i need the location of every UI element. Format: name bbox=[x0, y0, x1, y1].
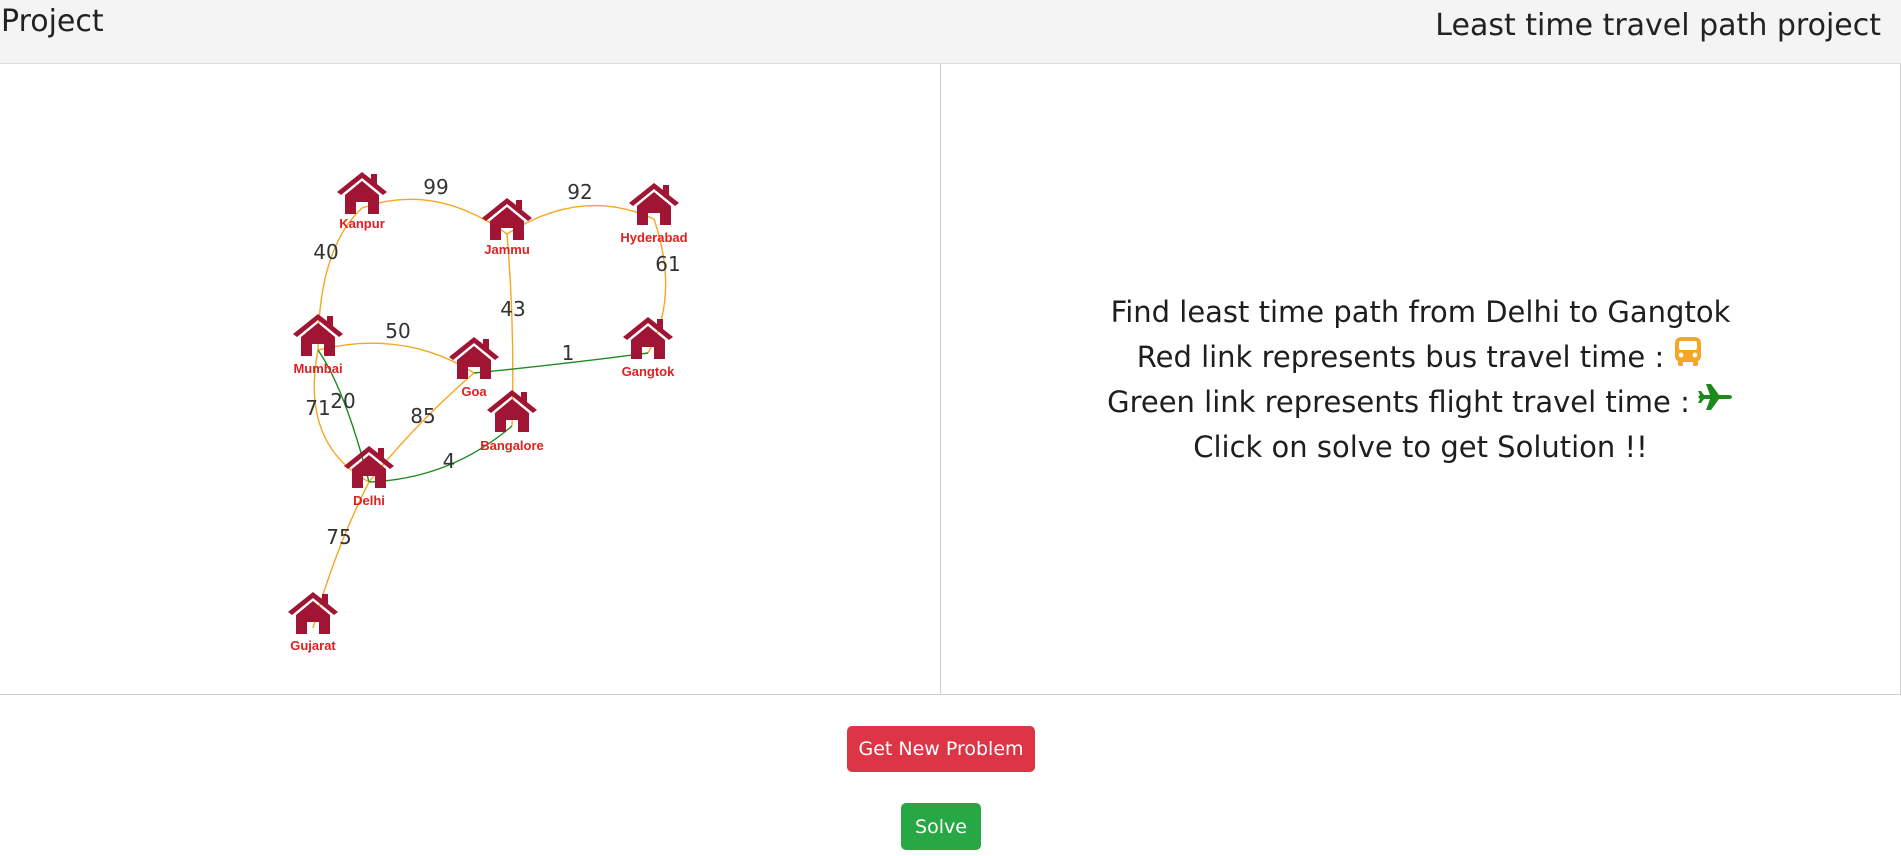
bus-legend-text: Red link represents bus travel time : bbox=[1136, 340, 1665, 374]
brand-title[interactable]: Project bbox=[1, 4, 104, 39]
edge-weight-hyderabad-gangtok: 61 bbox=[655, 252, 680, 276]
bus-icon bbox=[1672, 335, 1704, 380]
problem-text: Find least time path from Delhi to Gangt… bbox=[1110, 295, 1731, 329]
edge-weight-goa-gangtok: 1 bbox=[562, 341, 575, 365]
city-graph: Kanpur Jammu Hyderabad Mumbai Goa Gangtok Bang… bbox=[288, 172, 688, 653]
edge-weight-mumbai-goa: 50 bbox=[385, 319, 410, 343]
bus-legend: Red link represents bus travel time : bbox=[941, 335, 1900, 380]
get-new-problem-button[interactable]: Get New Problem bbox=[847, 726, 1035, 772]
edge-weight-mumbai-delhi: 71 bbox=[305, 396, 330, 420]
solve-hint-text: Click on solve to get Solution !! bbox=[1193, 430, 1648, 464]
edge-weight-delhi-bangalore: 4 bbox=[443, 449, 456, 473]
city-label-delhi: Delhi bbox=[353, 493, 385, 508]
edge-weight-jammu-hyderabad: 92 bbox=[567, 180, 592, 204]
plane-icon bbox=[1697, 380, 1734, 425]
page-title: Least time travel path project bbox=[1435, 8, 1881, 43]
edge-weight-delhi-gujarat: 75 bbox=[326, 525, 351, 549]
edge-weight-mumbai-delhi: 20 bbox=[330, 389, 355, 413]
top-navbar: Project Least time travel path project bbox=[0, 0, 1901, 64]
city-label-kanpur: Kanpur bbox=[339, 216, 385, 231]
edge-weight-goa-delhi: 85 bbox=[410, 404, 435, 428]
city-label-bangalore: Bangalore bbox=[480, 438, 544, 453]
graph-panel: Kanpur Jammu Hyderabad Mumbai Goa Gangtok Bang… bbox=[0, 64, 941, 695]
flight-legend: Green link represents flight travel time… bbox=[941, 380, 1900, 425]
flight-legend-text: Green link represents flight travel time… bbox=[1107, 385, 1690, 419]
edge-delhi-bangalore-flight bbox=[368, 425, 513, 483]
edge-weight-jammu-bangalore: 43 bbox=[500, 297, 525, 321]
city-label-jammu: Jammu bbox=[484, 242, 530, 257]
problem-info-panel: Find least time path from Delhi to Gangt… bbox=[941, 64, 1901, 695]
solve-hint: Click on solve to get Solution !! bbox=[941, 425, 1900, 470]
city-label-mumbai: Mumbai bbox=[293, 361, 342, 376]
city-label-hyderabad: Hyderabad bbox=[620, 230, 687, 245]
city-label-gujarat: Gujarat bbox=[290, 638, 336, 653]
edge-weight-kanpur-jammu: 99 bbox=[423, 175, 448, 199]
solve-button[interactable]: Solve bbox=[901, 803, 981, 850]
city-label-goa: Goa bbox=[461, 384, 487, 399]
edge-weight-kanpur-mumbai: 40 bbox=[313, 240, 338, 264]
city-label-gangtok: Gangtok bbox=[622, 364, 675, 379]
problem-statement: Find least time path from Delhi to Gangt… bbox=[941, 290, 1900, 335]
